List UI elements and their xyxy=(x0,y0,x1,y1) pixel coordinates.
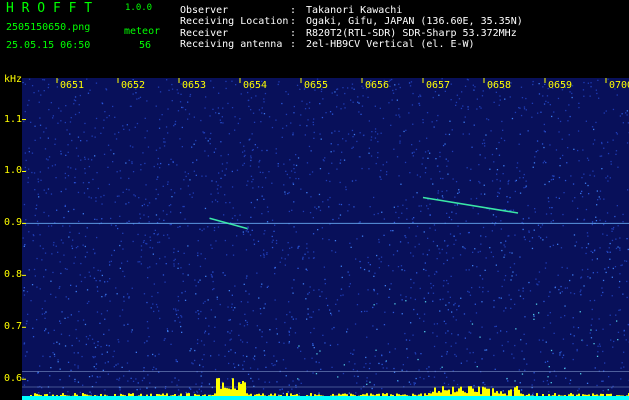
x-tick-label: 0659 xyxy=(548,80,573,91)
info-sep: : xyxy=(290,16,297,27)
spectrogram xyxy=(22,78,629,400)
x-tick-label: 0656 xyxy=(365,80,390,91)
x-tick-label: 0654 xyxy=(243,80,268,91)
y-tick-label: 1.1 xyxy=(4,113,23,125)
info-value-observer: Takanori Kawachi xyxy=(306,5,403,16)
info-key-location: Receiving Location xyxy=(180,16,289,27)
info-key-receiver: Receiver xyxy=(180,28,229,39)
x-tick-label: 0652 xyxy=(121,80,146,91)
x-tick-label: 0651 xyxy=(60,80,85,91)
x-tick-label: 0657 xyxy=(426,80,451,91)
meteor-count: 56 xyxy=(139,40,152,51)
info-sep: : xyxy=(290,5,297,16)
info-key-observer: Observer xyxy=(180,5,229,16)
info-value-receiver: R820T2(RTL-SDR) SDR-Sharp 53.372MHz xyxy=(306,28,517,39)
y-tick-label: 1.0 xyxy=(4,165,23,177)
y-axis-unit-label: kHz xyxy=(4,74,23,85)
y-tick-label: 0.9 xyxy=(4,217,23,229)
app-version: 1.0.0 xyxy=(125,3,153,13)
x-tick-label: 0700 xyxy=(609,80,629,91)
info-value-antenna: 2el-HB9CV Vertical (el. E-W) xyxy=(306,39,475,50)
info-value-location: Ogaki, Gifu, JAPAN (136.60E, 35.35N) xyxy=(306,16,523,27)
spectrogram-field xyxy=(22,78,629,400)
y-tick-label: 0.8 xyxy=(4,269,23,281)
info-key-antenna: Receiving antenna xyxy=(180,39,283,50)
y-tick-label: 0.7 xyxy=(4,321,23,333)
x-tick-label: 0658 xyxy=(487,80,512,91)
noise-floor-band xyxy=(22,396,629,400)
filename: 2505150650.png xyxy=(6,22,91,33)
x-tick-label: 0653 xyxy=(182,80,207,91)
y-tick-label: 0.6 xyxy=(4,373,23,385)
x-tick-label: 0655 xyxy=(304,80,329,91)
info-sep: : xyxy=(290,28,297,39)
meteor-label: meteor xyxy=(124,26,161,37)
info-sep: : xyxy=(290,39,297,50)
datetime: 25.05.15 06:50 xyxy=(6,40,91,51)
hroft-window: H R O F F T 1.0.0 2505150650.png 25.05.1… xyxy=(0,0,629,400)
app-title: H R O F F T xyxy=(6,1,93,16)
